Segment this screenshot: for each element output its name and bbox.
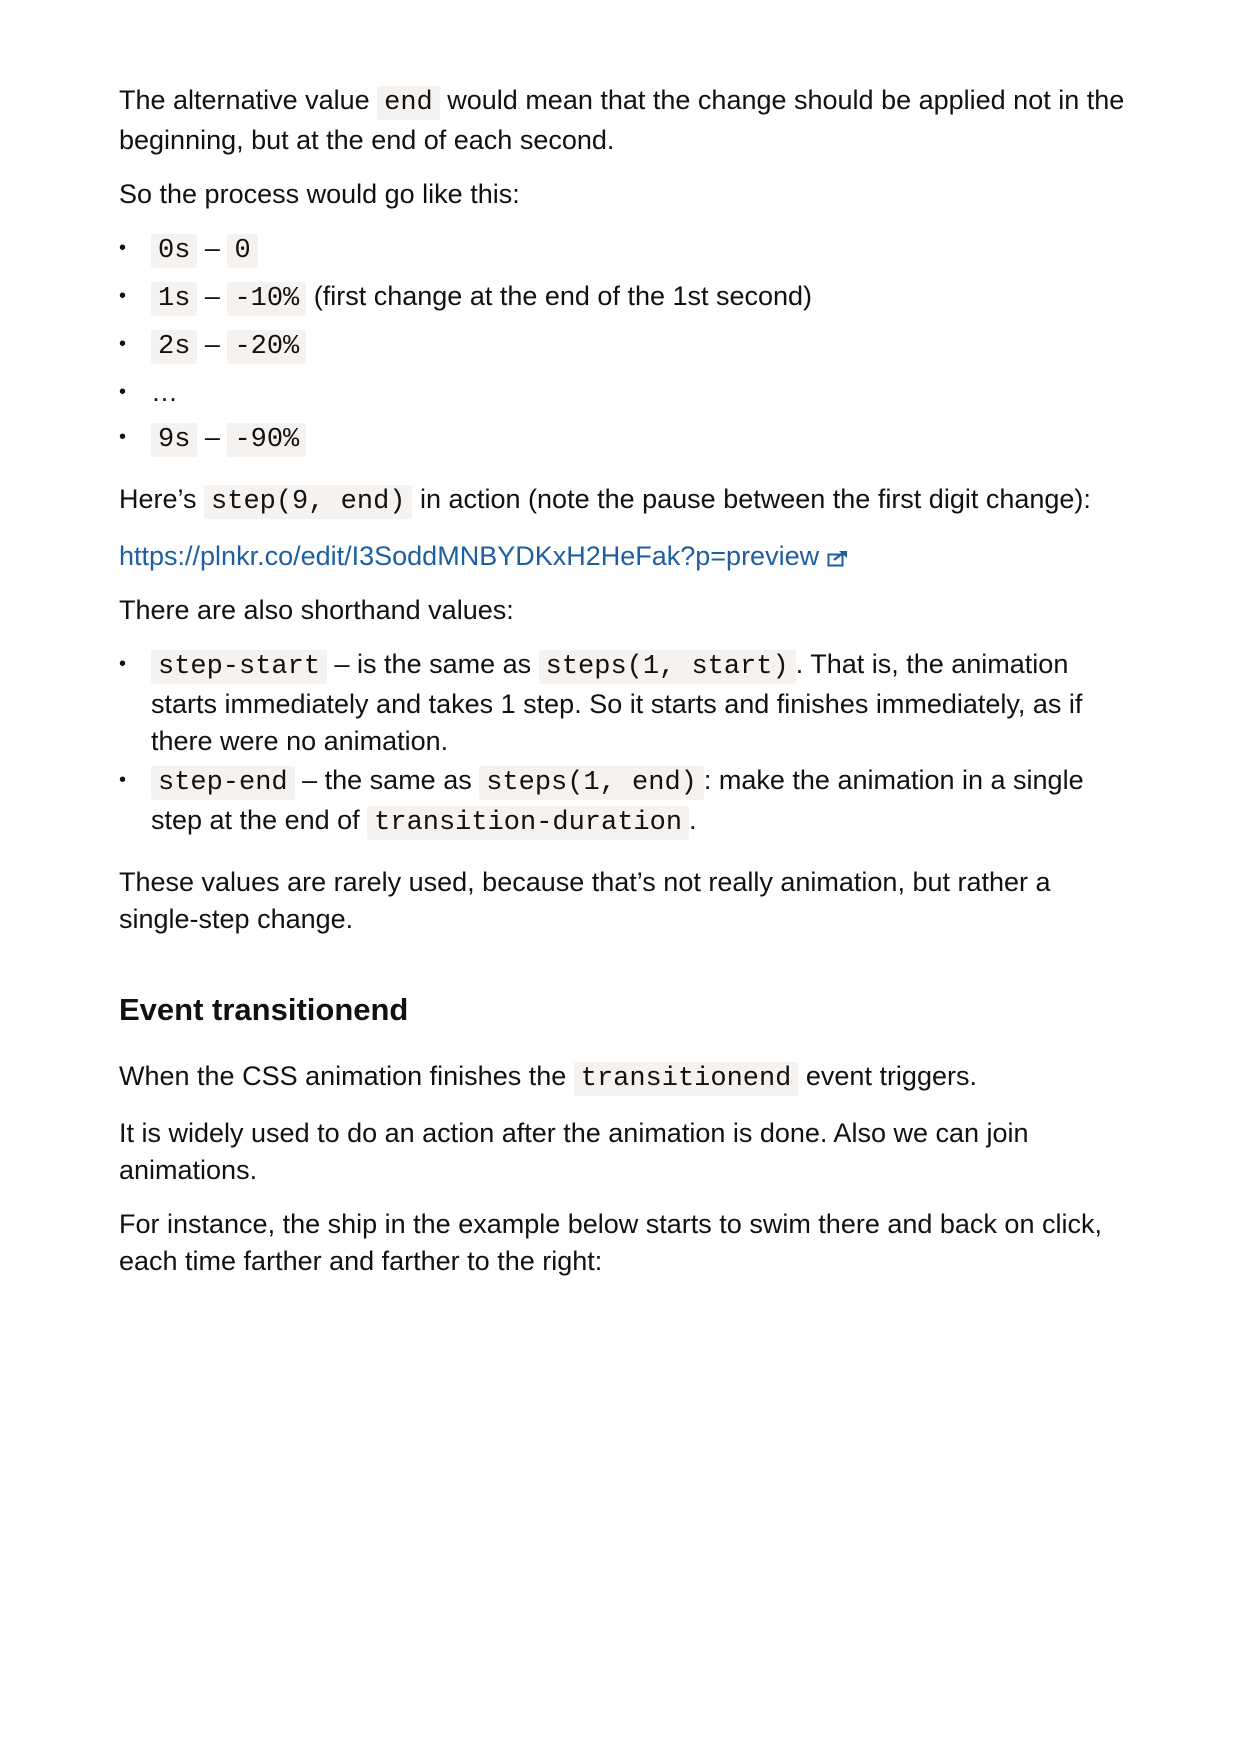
plnkr-link[interactable]: https://plnkr.co/edit/I3SoddMNBYDKxH2HeF…: [119, 541, 819, 571]
bullet: •: [119, 769, 127, 791]
inline-code: transitionend: [573, 1062, 799, 1096]
paragraph-transitionend: When the CSS animation finishes the tran…: [119, 1061, 977, 1096]
list-item: • …: [119, 374, 1129, 411]
paragraph-process-intro: So the process would go like this:: [119, 179, 520, 209]
paragraph-rarely-used: These values are rarely used, because th…: [119, 867, 1051, 934]
bullet: •: [119, 333, 127, 355]
list-item: • 9s – -90%: [119, 419, 1129, 459]
list-item: • step-end – the same as steps(1, end): …: [119, 762, 1129, 842]
paragraph-shorthand-intro: There are also shorthand values:: [119, 595, 514, 625]
paragraph-link: https://plnkr.co/edit/I3SoddMNBYDKxH2HeF…: [119, 538, 1129, 575]
bullet: •: [119, 237, 127, 259]
list-item: • 1s – -10% (first change at the end of …: [119, 278, 1129, 318]
bullet: •: [119, 426, 127, 448]
list-item: • step-start – is the same as steps(1, s…: [119, 646, 1129, 760]
paragraph-step-in-action: Here’s step(9, end) in action (note the …: [119, 484, 1091, 519]
document-page: The alternative value end would mean tha…: [119, 82, 1129, 1297]
inline-code: end: [377, 86, 440, 120]
paragraph-end-value: The alternative value end would mean tha…: [119, 85, 1125, 155]
external-link-icon[interactable]: [827, 549, 849, 567]
list-item: • 0s – 0: [119, 230, 1129, 270]
section-heading: Event transitionend: [119, 992, 409, 1027]
paragraph-ship-example: For instance, the ship in the example be…: [119, 1209, 1102, 1276]
bullet: •: [119, 381, 127, 403]
steps-list: • 0s – 0 • 1s – -10% (first change at th…: [119, 230, 1129, 459]
paragraph-widely-used: It is widely used to do an action after …: [119, 1118, 1029, 1185]
bullet: •: [119, 285, 127, 307]
bullet: •: [119, 653, 127, 675]
inline-code: step(9, end): [204, 485, 413, 519]
list-item: • 2s – -20%: [119, 326, 1129, 366]
shorthand-list: • step-start – is the same as steps(1, s…: [119, 646, 1129, 842]
